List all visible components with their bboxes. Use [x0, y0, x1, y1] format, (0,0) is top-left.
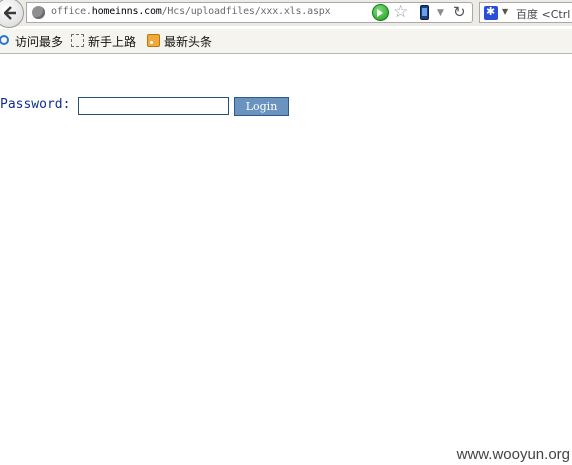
- url-path: /Hcs/uploadfiles/xxx.xls.aspx: [161, 6, 331, 17]
- password-label: Password:: [0, 97, 71, 112]
- bookmark-label: 最新头条: [164, 35, 213, 49]
- site-identity-icon[interactable]: [32, 6, 45, 19]
- folder-icon: [71, 34, 84, 47]
- bookmarks-bar: 访问最多 新手上路 最新头条: [0, 29, 572, 54]
- login-button[interactable]: Login: [234, 97, 289, 116]
- chevron-down-icon[interactable]: ▼: [502, 7, 508, 16]
- most-visited-icon: [0, 35, 9, 45]
- browser-toolbar: office.homeinns.com/Hcs/uploadfiles/xxx.…: [0, 0, 572, 28]
- url-prefix: office.: [51, 6, 92, 17]
- url-text[interactable]: office.homeinns.com/Hcs/uploadfiles/xxx.…: [51, 6, 331, 17]
- back-button[interactable]: [0, 0, 24, 28]
- search-bar[interactable]: ▼ 百度 <Ctrl: [479, 2, 572, 23]
- search-engine-icon[interactable]: [484, 5, 498, 20]
- bookmark-label: 新手上路: [88, 35, 137, 49]
- go-icon[interactable]: [372, 4, 389, 21]
- back-arrow-icon: [4, 6, 16, 20]
- watermark: www.wooyun.org: [456, 446, 570, 463]
- rss-feed-icon: [147, 34, 160, 47]
- url-host: homeinns.com: [91, 6, 162, 17]
- password-field[interactable]: [78, 97, 229, 115]
- search-placeholder: 百度 <Ctrl: [516, 8, 571, 21]
- reload-icon[interactable]: ↻: [453, 3, 466, 21]
- bookmark-label: 访问最多: [15, 35, 64, 49]
- address-bar[interactable]: office.homeinns.com/Hcs/uploadfiles/xxx.…: [26, 2, 473, 23]
- mobile-icon[interactable]: [420, 5, 429, 20]
- bookmark-star-icon[interactable]: ☆: [393, 2, 408, 22]
- history-dropdown-icon[interactable]: ▼: [437, 8, 444, 18]
